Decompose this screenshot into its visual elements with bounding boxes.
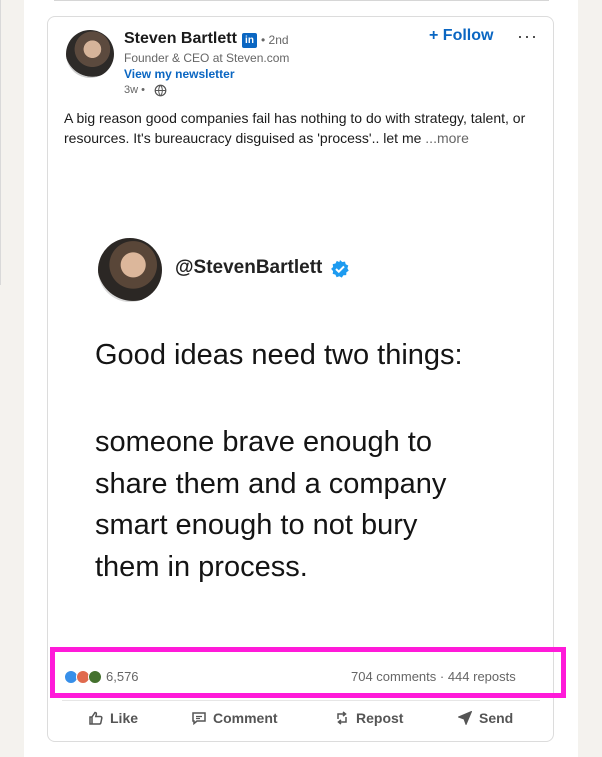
- repost-button[interactable]: Repost: [334, 708, 403, 728]
- comment-icon: [192, 712, 206, 726]
- quote-avatar: [98, 238, 162, 302]
- quote-line: smart enough to not bury: [95, 509, 418, 541]
- globe-icon: [154, 84, 167, 97]
- send-label: Send: [479, 710, 514, 726]
- comment-button[interactable]: Comment: [191, 708, 278, 728]
- post-image[interactable]: @StevenBartlett Good ideas need two thin…: [48, 177, 553, 647]
- quote-headline: Good ideas need two things:: [95, 339, 463, 371]
- quote-line: share them and a company: [95, 467, 447, 500]
- post-text: A big reason good companies fail has not…: [64, 108, 540, 148]
- reaction-count[interactable]: 6,576: [106, 669, 139, 684]
- post-timestamp: 3w •: [124, 84, 145, 96]
- comment-label: Comment: [213, 710, 278, 726]
- more-options-button[interactable]: ···: [517, 26, 538, 47]
- reaction-icons[interactable]: [64, 670, 106, 684]
- quote-line: them in process.: [95, 550, 308, 583]
- previous-post-divider: [54, 0, 549, 1]
- follow-button[interactable]: + Follow: [429, 27, 493, 45]
- verified-icon: [331, 260, 349, 278]
- repost-label: Repost: [356, 710, 404, 726]
- quote-handle: @StevenBartlett: [175, 257, 323, 278]
- support-reaction-icon: [88, 670, 102, 684]
- author-avatar[interactable]: [66, 30, 114, 78]
- quote-line: someone brave enough to: [95, 426, 432, 458]
- post-card: Steven Bartlett in • 2nd Founder & CEO a…: [47, 16, 554, 742]
- send-icon: [458, 711, 472, 725]
- see-more-link[interactable]: ...more: [425, 130, 469, 146]
- actions-divider: [62, 700, 540, 701]
- like-button[interactable]: Like: [88, 708, 138, 728]
- author-headline: Founder & CEO at Steven.com: [124, 51, 290, 65]
- left-rail-edge: [0, 0, 1, 285]
- author-name[interactable]: Steven Bartlett: [124, 30, 237, 48]
- send-button[interactable]: Send: [457, 708, 513, 728]
- like-icon: [89, 711, 103, 725]
- repost-icon: [337, 711, 347, 725]
- like-label: Like: [110, 710, 139, 726]
- linkedin-badge-icon: in: [242, 33, 257, 48]
- quote-body: someone brave enough to share them and a…: [95, 422, 525, 588]
- view-newsletter-link[interactable]: View my newsletter: [124, 67, 235, 81]
- connection-degree: • 2nd: [261, 33, 289, 47]
- comments-reposts-count[interactable]: 704 comments · 444 reposts: [351, 669, 516, 684]
